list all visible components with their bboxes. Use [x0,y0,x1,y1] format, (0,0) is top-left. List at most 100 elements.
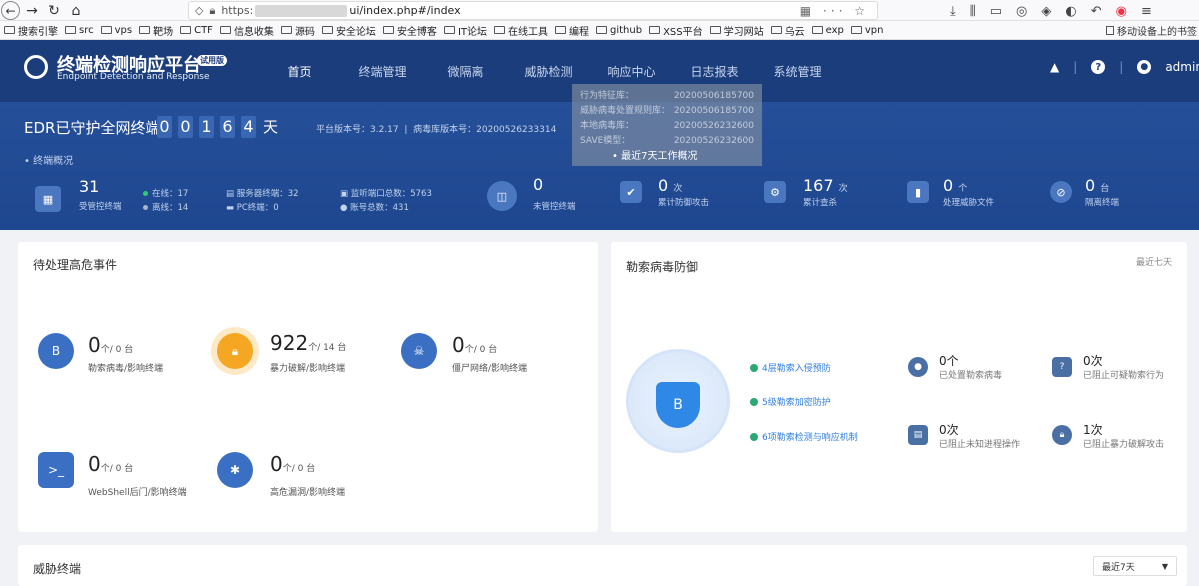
isolated-count[interactable]: 0 台 [1085,176,1109,195]
ransom-stat-num[interactable]: 0个 [939,352,959,369]
library-icon[interactable]: ⫼ [970,4,976,19]
help-icon[interactable]: ? [1091,60,1106,74]
page-actions-icon[interactable]: ··· [823,4,846,18]
bookmark-label: vps [114,24,133,36]
period-select[interactable]: 最近7天 ▼ [1093,556,1177,576]
accounts-count: ● 账号总数：431 [340,201,409,213]
home-icon[interactable]: ⌂ [66,1,86,20]
scans-unit: 次 [838,184,848,194]
bookmark-item[interactable]: exp [811,24,844,36]
event-botnet[interactable]: 0个/ 0 台 [452,333,497,357]
bookmark-label: exp [825,24,844,36]
bookmark-item[interactable]: 安全论坛 [321,23,376,38]
logo-icon [24,55,48,79]
ransom-stat-num[interactable]: 0次 [1083,352,1103,369]
bookmark-label: 安全博客 [396,26,437,38]
event-ransom[interactable]: 0个/ 0 台 [88,333,133,357]
header-tools: ▲ | ? | ● admin [1050,60,1199,74]
bookmark-label: src [79,24,94,36]
folder-icon [180,26,192,34]
bookmark-label: 信息收集 [233,26,274,38]
bookmark-item[interactable]: CTF [180,25,213,36]
bookmark-item[interactable]: 搜索引擎 [4,23,58,38]
nav-home[interactable]: 首页 [258,63,341,80]
reload-icon[interactable]: ↻ [44,1,64,20]
ransom-stat-label: 已阻止暴力破解攻击 [1083,440,1165,450]
bookmark-item[interactable]: IT论坛 [443,23,487,38]
event-vuln[interactable]: 0个/ 0 台 [270,452,315,476]
bookmark-item[interactable]: 在线工具 [494,23,548,38]
star-icon[interactable]: ☆ [854,4,869,18]
menu-icon[interactable]: ≡ [1141,4,1152,19]
nav-logs[interactable]: 日志报表 [673,63,756,80]
ransom-stat-num[interactable]: 1次 [1083,421,1103,438]
attacks-count[interactable]: 0 次 [658,176,682,195]
undo-icon[interactable]: ↶ [1091,4,1102,19]
forward-icon[interactable]: → [22,1,42,20]
nav-threat[interactable]: 威胁检测 [507,63,590,80]
bookmark-label: CTF [194,24,213,36]
shield-icon: ◇ [195,4,204,17]
days-digit: 0 [178,116,193,138]
feature-label: 4层勒索入侵预防 [762,364,831,374]
nav-response[interactable]: 响应中心 [590,63,673,80]
bookmark-item[interactable]: src [65,25,94,36]
protect-text: EDR已守护全网终端 [24,119,161,137]
bookmark-item[interactable]: github [596,25,642,36]
mobile-icon [1106,26,1114,35]
folder-icon [139,26,151,34]
mobile-bookmarks[interactable]: 移动设备上的书签 [1106,21,1197,40]
managed-count[interactable]: 31 [79,177,99,196]
url-redacted [255,4,348,17]
event-webshell[interactable]: 0个/ 0 台 [88,452,133,476]
folder-icon [555,26,566,34]
endpoint-icon: ▦ [35,186,61,212]
user-icon[interactable]: ● [1137,60,1152,74]
folder-icon [850,26,862,34]
username[interactable]: admin [1165,60,1199,74]
scan-icon: ⚙ [764,181,786,203]
bookmark-label: 学习网站 [723,26,764,38]
bookmark-label: vpn [864,24,884,36]
lock-icon: 🔒︎ [209,3,216,17]
lock-icon: 🔒︎ [1052,425,1072,445]
threat-files-count[interactable]: 0 个 [943,176,967,195]
unmanaged-count[interactable]: 0 [533,175,543,194]
ransom-stat-num[interactable]: 0次 [939,421,959,438]
sidebar-icon[interactable]: ▭ [990,4,1002,19]
popover-key: SAVE模型： [580,136,631,146]
offline-text: 离线：14 [152,203,189,213]
isolate-icon: ⊘ [1050,181,1072,203]
account-icon[interactable]: ◎ [1016,4,1027,19]
bookmark-item[interactable]: vps [100,24,133,36]
bookmark-item[interactable]: 乌云 [770,23,805,38]
nav-endpoints[interactable]: 终端管理 [341,63,424,80]
event-unit: 个/ 0 台 [100,345,134,355]
extension-icon[interactable]: ◈ [1041,4,1051,19]
bookmark-item[interactable]: 靶场 [139,23,173,38]
event-label: 僵尸网络/影响终端 [452,364,528,374]
bookmark-item[interactable]: 源码 [280,23,315,38]
back-icon[interactable]: ← [1,1,20,20]
bookmark-item[interactable]: 信息收集 [219,23,274,38]
bookmark-item[interactable]: 编程 [555,23,589,38]
nav-system[interactable]: 系统管理 [756,63,839,80]
nav-microseg[interactable]: 微隔离 [424,63,507,80]
download-icon[interactable]: ⤓ [950,4,956,19]
chat-icon[interactable]: ◐ [1065,4,1076,19]
bell-icon[interactable]: ▲ [1050,60,1059,74]
popover-key: 本地病毒库： [580,121,635,131]
bookmark-item[interactable]: 学习网站 [709,23,764,38]
scans-count[interactable]: 167 次 [803,176,848,195]
bookmark-item[interactable]: 安全博客 [382,23,437,38]
qr-icon[interactable]: ▦ [800,4,815,18]
bookmark-item[interactable]: vpn [850,24,884,36]
addon-icon[interactable]: ◉ [1116,4,1127,19]
folder-icon [811,26,823,34]
webshell-icon: >_ [38,452,74,488]
url-bar[interactable]: ◇ 🔒︎ https: ui/index.php#/index ▦ ··· ☆ [188,1,878,20]
virus-db-version[interactable]: 病毒库版本号：20200526233314 [413,125,556,135]
bookmark-item[interactable]: XSS平台 [649,23,703,38]
event-bruteforce[interactable]: 922个/ 14 台 [270,331,346,355]
popover-key: 威胁病毒处置规则库： [580,106,671,116]
